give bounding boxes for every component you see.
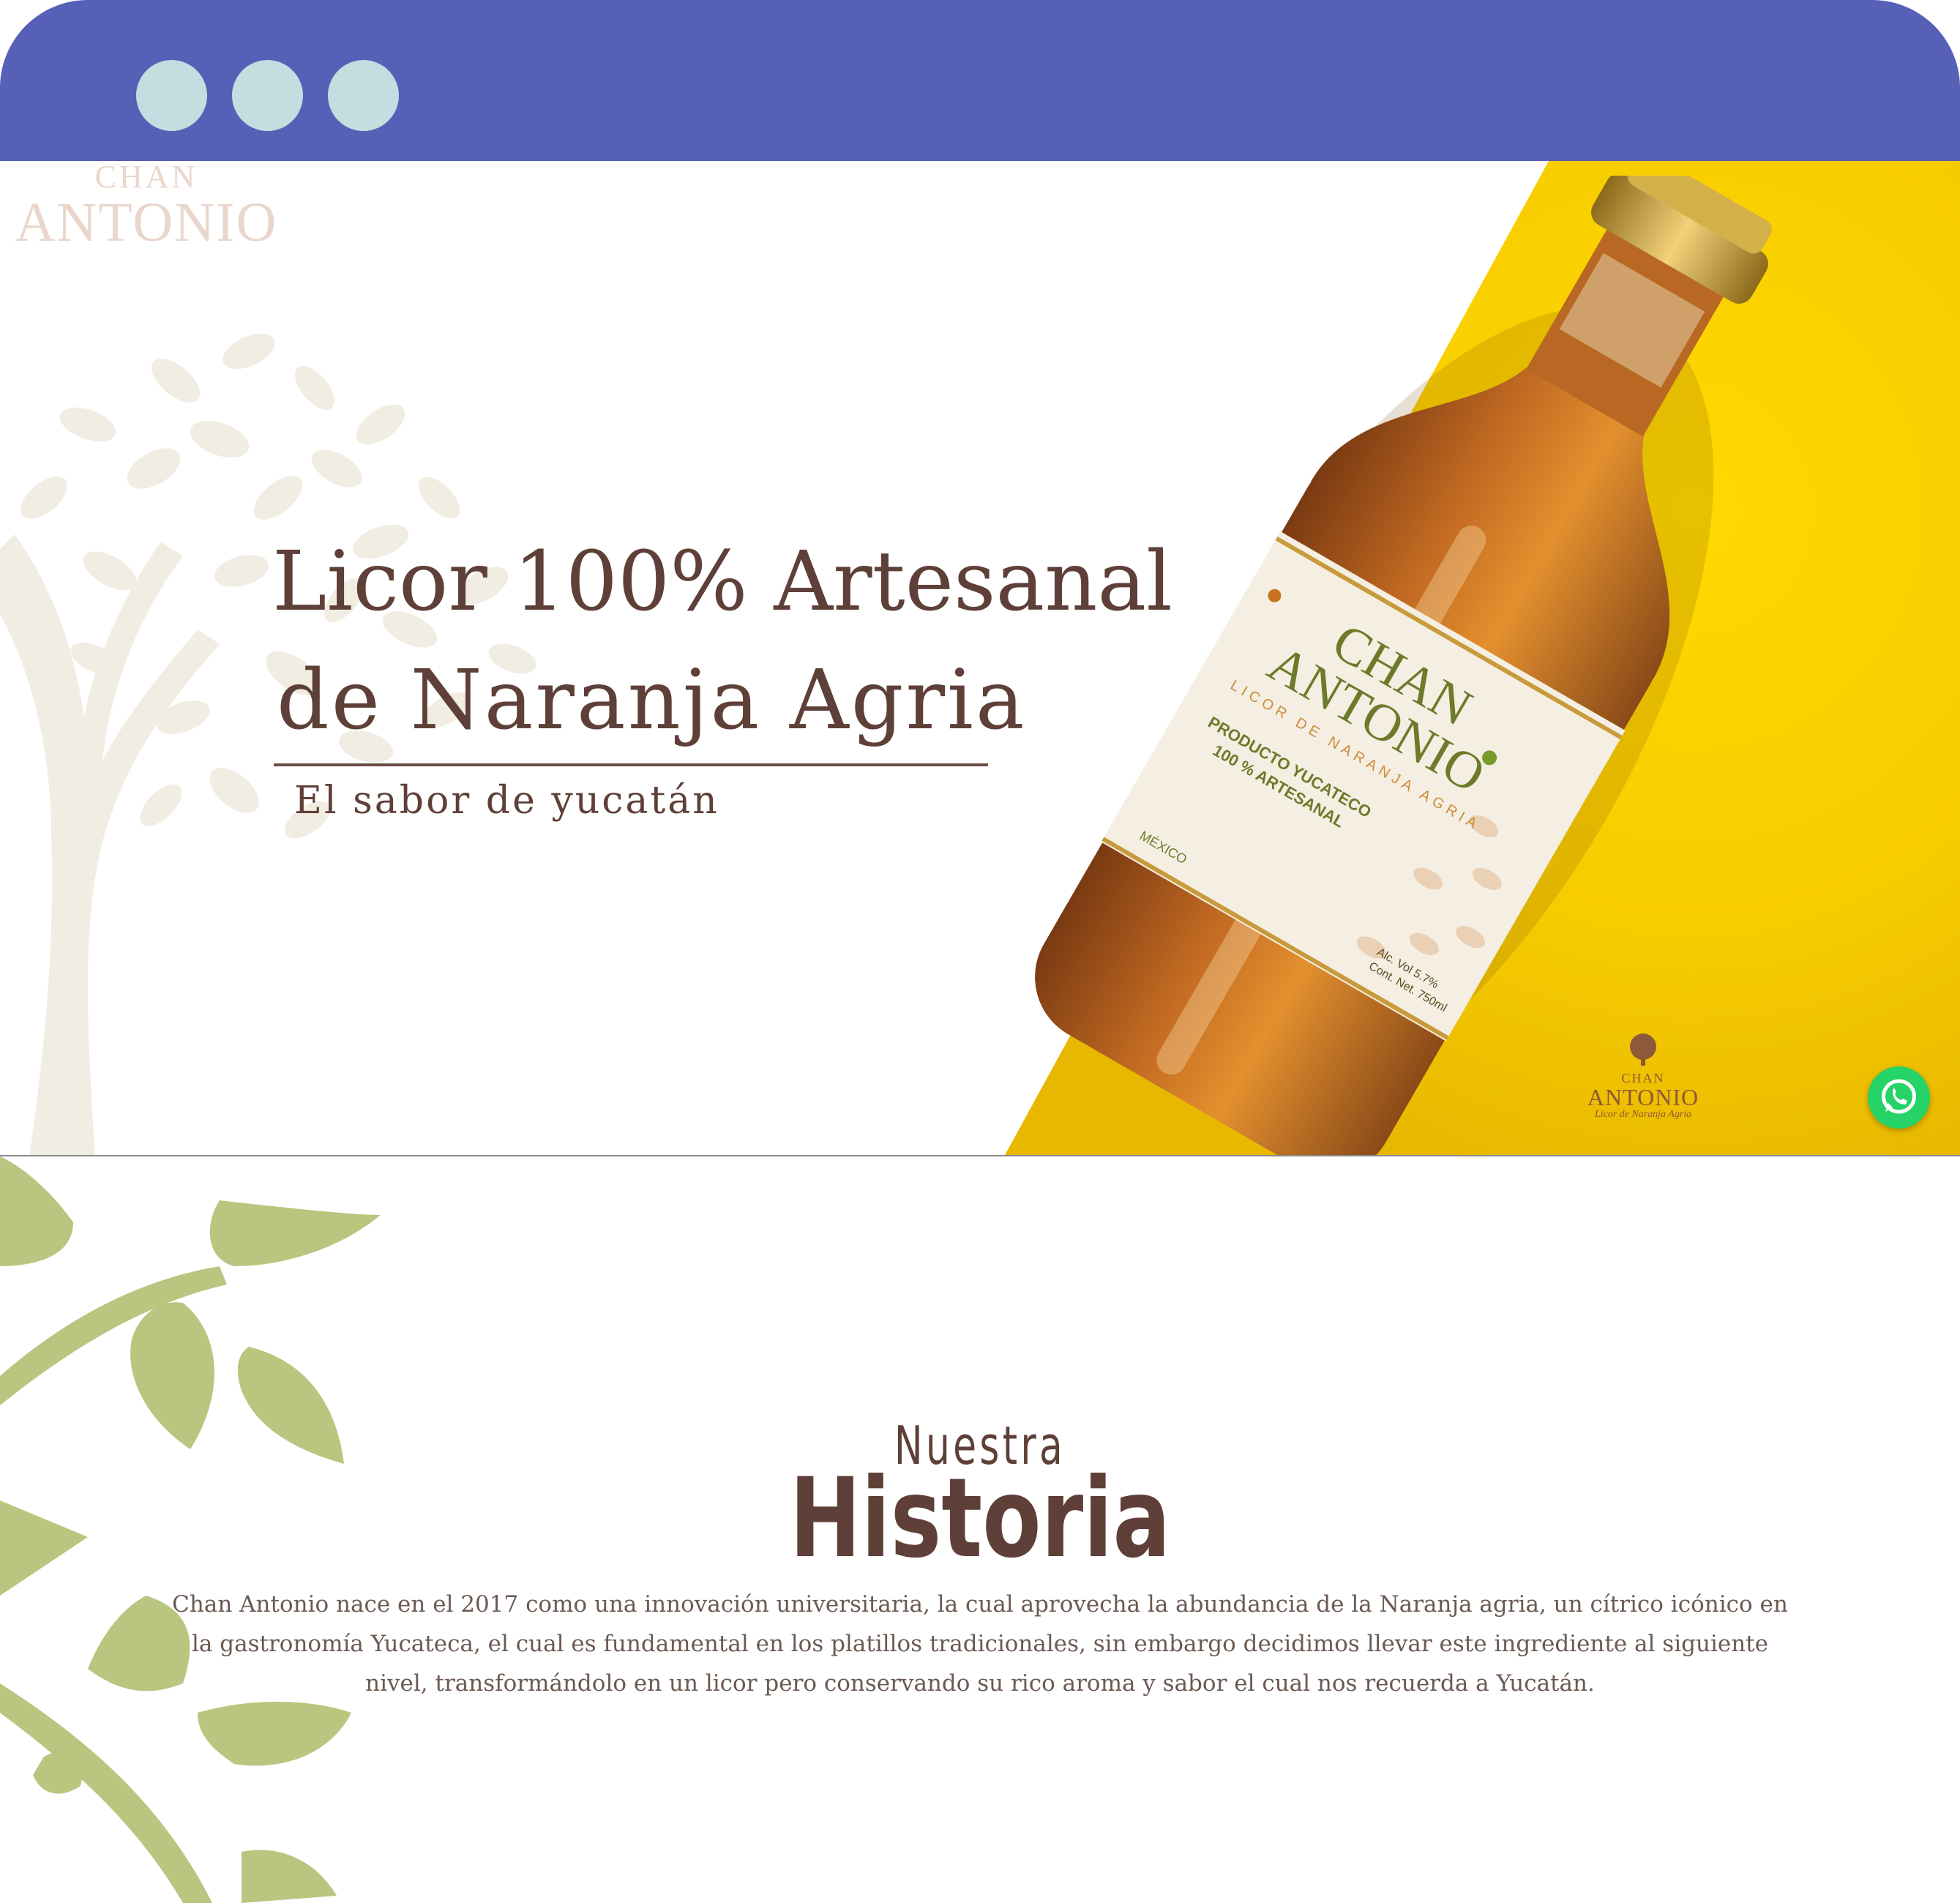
brand-watermark-logo: CHAN ANTONIO <box>7 161 285 253</box>
watermark-logo-small: CHAN <box>94 161 198 195</box>
hero-divider <box>274 763 988 766</box>
whatsapp-icon <box>1882 1079 1916 1114</box>
history-section: Nuestra Historia Chan Antonio nace en el… <box>0 1156 1960 1903</box>
corner-logo-big: ANTONIO <box>1587 1084 1699 1110</box>
browser-window: CHAN ANTONIO Licor 100% Artesanal de Nar… <box>0 0 1960 1903</box>
corner-logo-tag: Licor de Naranja Agria <box>1594 1109 1692 1120</box>
liquor-bottle-image: CHAN ANTONIO LICOR DE NARANJA AGRIA PROD… <box>1035 176 1772 1155</box>
window-dot-icon[interactable] <box>232 60 303 131</box>
hero-subtitle: El sabor de yucatán <box>294 779 719 823</box>
whatsapp-button[interactable] <box>1868 1066 1930 1129</box>
window-titlebar <box>0 0 1960 161</box>
watermark-logo-big: ANTONIO <box>15 192 278 253</box>
window-dot-icon[interactable] <box>136 60 207 131</box>
history-body: Chan Antonio nace en el 2017 como una in… <box>172 1591 1788 1697</box>
tree-logo-icon <box>1630 1033 1656 1066</box>
hero-title-line-2: de Naranja Agria <box>277 653 1027 748</box>
window-dot-icon[interactable] <box>328 60 399 131</box>
corner-brand-logo: CHAN ANTONIO Licor de Naranja Agria <box>1581 1032 1705 1127</box>
hero-banner: CHAN ANTONIO Licor 100% Artesanal de Nar… <box>0 161 1960 1156</box>
history-title: Historia <box>789 1455 1171 1582</box>
corner-logo-small: CHAN <box>1621 1071 1665 1085</box>
